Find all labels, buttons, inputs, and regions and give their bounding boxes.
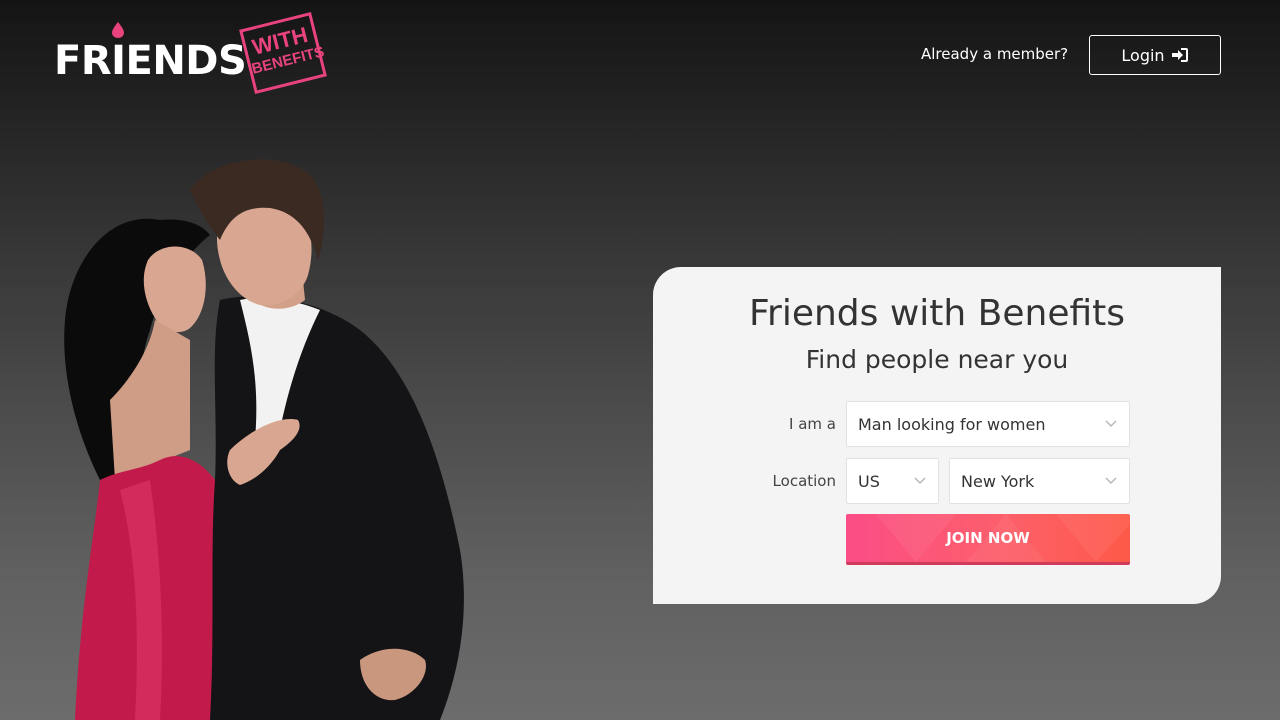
iam-select[interactable]: Man looking for women [846, 401, 1130, 447]
chevron-down-icon [1105, 420, 1117, 428]
login-label: Login [1121, 45, 1165, 65]
country-select[interactable]: US [846, 458, 939, 504]
site-logo[interactable]: FRIENDS WITH BENEFITS [54, 12, 344, 98]
city-select-value: New York [961, 471, 1035, 491]
chevron-down-icon [1105, 477, 1117, 485]
signup-card: Friends with Benefits Find people near y… [653, 267, 1221, 604]
location-label: Location [772, 472, 836, 490]
logo-wordmark: FRIENDS [54, 38, 247, 84]
login-button[interactable]: Login [1089, 35, 1221, 75]
sign-in-icon [1171, 48, 1188, 62]
flame-drop-icon [112, 22, 124, 38]
city-select[interactable]: New York [949, 458, 1130, 504]
iam-label: I am a [789, 415, 836, 433]
hero-couple-image [64, 159, 464, 720]
signup-title: Friends with Benefits [748, 293, 1126, 334]
already-member-text: Already a member? [921, 45, 1069, 63]
country-select-value: US [858, 471, 880, 491]
join-now-button[interactable]: JOIN NOW [846, 514, 1130, 562]
signup-subtitle: Find people near you [805, 345, 1069, 374]
iam-select-value: Man looking for women [858, 414, 1046, 434]
logo-stamp: WITH BENEFITS [239, 12, 327, 94]
join-now-label: JOIN NOW [946, 529, 1030, 547]
chevron-down-icon [914, 477, 926, 485]
